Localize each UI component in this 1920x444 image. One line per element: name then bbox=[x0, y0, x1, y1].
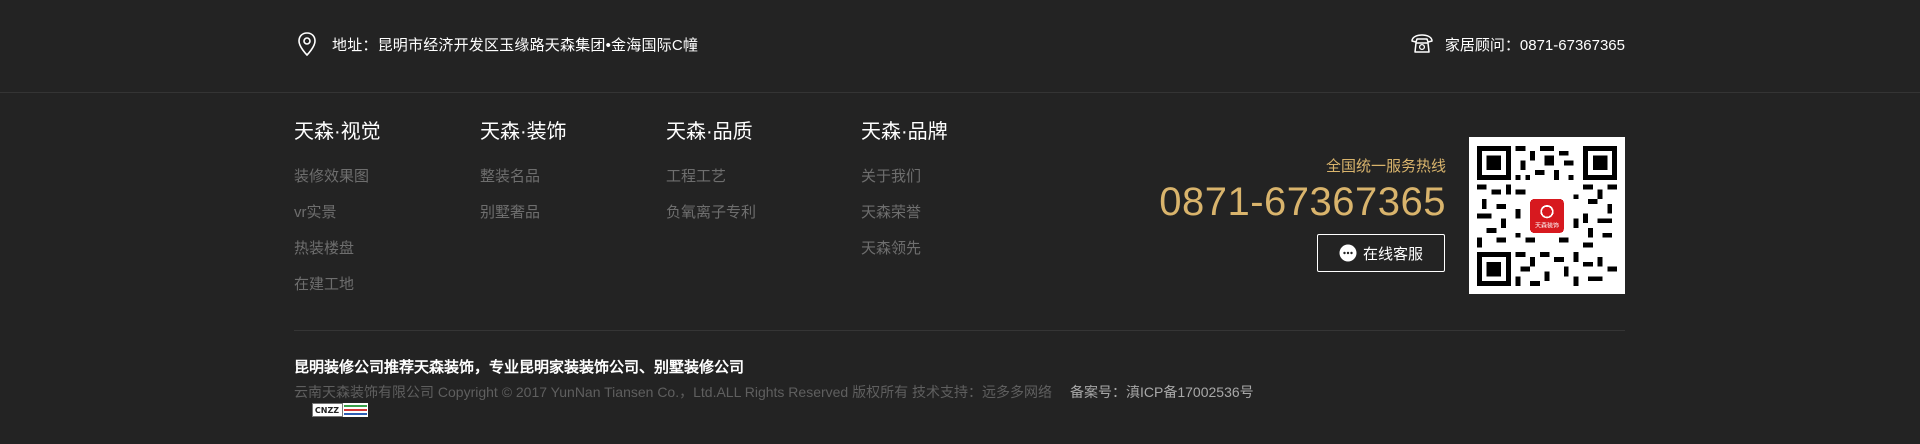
column-title: 天森·视觉 bbox=[294, 121, 381, 143]
qr-code: 天森装饰 bbox=[1469, 137, 1625, 294]
link-craftsmanship[interactable]: 工程工艺 bbox=[666, 167, 756, 203]
hotline-number: 0871-67367365 bbox=[1159, 180, 1446, 224]
footer-divider bbox=[294, 330, 1625, 331]
phone-block: 家居顾问：0871-67367365 bbox=[1409, 31, 1625, 57]
online-service-button[interactable]: 在线客服 bbox=[1317, 234, 1445, 272]
chat-bubble-icon bbox=[1339, 244, 1357, 262]
address-block: 地址：昆明市经济开发区玉缘路天森集团•金海国际C幢 bbox=[294, 31, 698, 57]
hotline-label: 全国统一服务热线 bbox=[1325, 158, 1446, 175]
qr-logo-text: 天森装饰 bbox=[1535, 221, 1559, 229]
link-leading[interactable]: 天森领先 bbox=[861, 239, 948, 275]
contact-bar: 地址：昆明市经济开发区玉缘路天森集团•金海国际C幢 家居顾问：0871-6736… bbox=[0, 0, 1920, 93]
link-full-package[interactable]: 整装名品 bbox=[480, 167, 567, 203]
column-decoration: 天森·装饰 整装名品 别墅奢品 bbox=[480, 115, 567, 239]
location-pin-icon bbox=[294, 31, 320, 57]
column-title: 天森·品质 bbox=[666, 121, 753, 143]
link-vr[interactable]: vr实景 bbox=[294, 203, 381, 239]
link-hot-estates[interactable]: 热装楼盘 bbox=[294, 239, 381, 275]
link-about-us[interactable]: 关于我们 bbox=[861, 167, 948, 203]
column-title: 天森·装饰 bbox=[480, 121, 567, 143]
online-service-label: 在线客服 bbox=[1362, 245, 1423, 263]
telephone-icon bbox=[1409, 31, 1435, 57]
column-quality: 天森·品质 工程工艺 负氧离子专利 bbox=[666, 115, 756, 239]
link-patent[interactable]: 负氧离子专利 bbox=[666, 203, 756, 239]
copyright-line: 云南天森装饰有限公司 Copyright © 2017 YunNan Tians… bbox=[294, 382, 1254, 402]
link-honors[interactable]: 天森荣誉 bbox=[861, 203, 948, 239]
link-villa-luxury[interactable]: 别墅奢品 bbox=[480, 203, 567, 239]
column-visual: 天森·视觉 装修效果图 vr实景 热装楼盘 在建工地 bbox=[294, 115, 381, 311]
site-footer: 地址：昆明市经济开发区玉缘路天森集团•金海国际C幢 家居顾问：0871-6736… bbox=[0, 0, 1920, 444]
copyright-text: 云南天森装饰有限公司 Copyright © 2017 YunNan Tians… bbox=[294, 384, 1053, 400]
column-title: 天森·品牌 bbox=[861, 121, 948, 143]
footer-slogan: 昆明装修公司推荐天森装饰，专业昆明家装装饰公司、别墅装修公司 bbox=[294, 359, 745, 376]
phone-text: 家居顾问：0871-67367365 bbox=[1444, 36, 1625, 54]
cnzz-label: CNZZ bbox=[315, 406, 339, 415]
link-renderings[interactable]: 装修效果图 bbox=[294, 167, 381, 203]
link-construction-sites[interactable]: 在建工地 bbox=[294, 275, 381, 311]
column-brand: 天森·品牌 关于我们 天森荣誉 天森领先 bbox=[861, 115, 948, 275]
address-text: 地址：昆明市经济开发区玉缘路天森集团•金海国际C幢 bbox=[332, 36, 699, 54]
icp-link[interactable]: 备案号：滇ICP备17002536号 bbox=[1070, 384, 1254, 400]
cnzz-badge[interactable]: CNZZ bbox=[312, 403, 368, 417]
hotline-block: 全国统一服务热线 0871-67367365 bbox=[1159, 155, 1446, 225]
